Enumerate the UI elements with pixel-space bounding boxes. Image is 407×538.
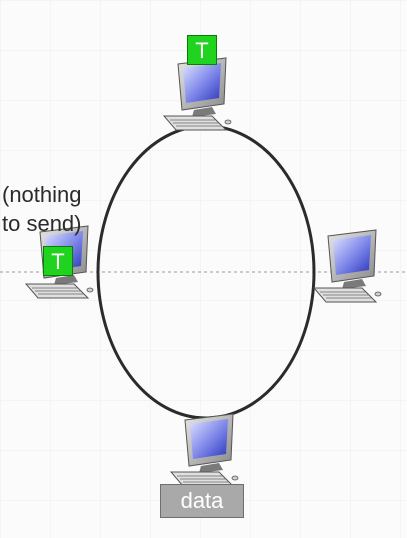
token-top: T xyxy=(187,35,217,65)
annotation-line-2: to send) xyxy=(2,211,82,236)
data-frame: data xyxy=(160,484,244,518)
annotation-line-1: (nothing xyxy=(2,182,82,207)
token-left: T xyxy=(43,246,73,276)
